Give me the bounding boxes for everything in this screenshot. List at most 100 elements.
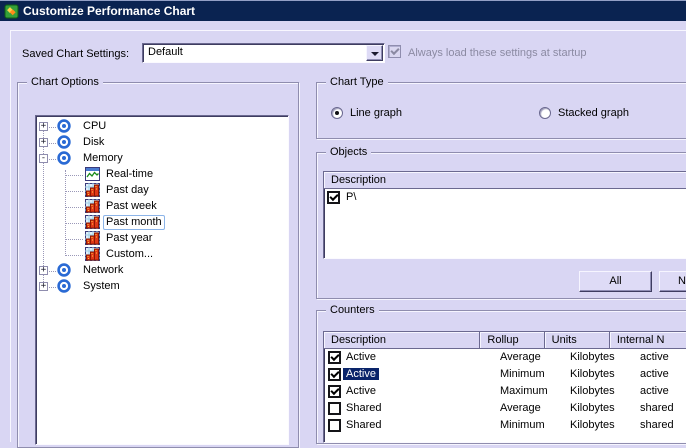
objects-list-body: P\ (324, 189, 686, 206)
tree-connector (49, 143, 56, 144)
objects-column-header[interactable]: Description (324, 172, 686, 189)
line-graph-radio[interactable] (331, 107, 343, 119)
stacked-graph-radio[interactable] (539, 107, 551, 119)
target-icon (57, 135, 71, 149)
column-header-description[interactable]: Description (324, 332, 480, 349)
tree-item-label: Custom... (103, 247, 156, 262)
counters-group-label: Counters (326, 304, 379, 316)
counter-rollup: Minimum (500, 368, 545, 380)
startup-checkbox[interactable] (388, 45, 401, 58)
counters-table[interactable]: Description Rollup Units Internal N Acti… (323, 331, 686, 443)
bar-chart-icon (85, 183, 100, 197)
tree-item-past-day[interactable]: Past day (36, 183, 288, 199)
tree-item-system[interactable]: +System (36, 279, 288, 295)
counter-internal-name: shared (640, 419, 674, 431)
counter-row[interactable]: Shared Average Kilobytes shared (324, 400, 686, 417)
tree-item-label: Memory (80, 151, 126, 166)
expand-toggle-icon[interactable]: - (39, 154, 48, 163)
expand-toggle-icon[interactable]: + (39, 266, 48, 275)
expand-toggle-icon[interactable]: + (39, 122, 48, 131)
counter-units: Kilobytes (570, 368, 615, 380)
chart-options-group-label: Chart Options (27, 76, 103, 88)
tree-item-label: Past year (103, 231, 155, 246)
tree-item-disk[interactable]: + Disk (36, 135, 288, 151)
combobox-value: Default (148, 46, 183, 58)
tree-connector (66, 175, 83, 176)
counter-row[interactable]: Shared Minimum Kilobytes shared (324, 417, 686, 434)
tree-item-label: Real-time (103, 167, 156, 182)
tree-connector (49, 271, 56, 272)
tree-item-network[interactable]: + Network (36, 263, 288, 279)
chart-type-group: Chart Type Line graph Stacked graph (316, 82, 686, 139)
stacked-graph-label: Stacked graph (558, 107, 629, 119)
tree-item-label: CPU (80, 119, 109, 134)
counter-checkbox[interactable] (328, 402, 341, 415)
counter-description: Shared (346, 419, 381, 431)
tree-item-memory[interactable]: - Memory (36, 151, 288, 167)
saved-chart-settings-label: Saved Chart Settings: (22, 48, 129, 60)
counter-description: Active (346, 351, 376, 363)
counter-description: Active (343, 368, 379, 380)
column-header-rollup[interactable]: Rollup (480, 332, 544, 349)
target-icon (57, 151, 71, 165)
tree-connector (66, 255, 83, 256)
tree-item-past-week[interactable]: Past week (36, 199, 288, 215)
counter-row[interactable]: ActiveMaximumKilobytesactive (324, 383, 686, 400)
object-checkbox[interactable] (327, 191, 340, 204)
column-header-internal-name[interactable]: Internal N (610, 332, 686, 349)
expand-toggle-icon[interactable]: + (39, 138, 48, 147)
counter-row[interactable]: ActiveAverageKilobytesactive (324, 349, 686, 366)
tree-connector (66, 239, 83, 240)
counter-rollup: Maximum (500, 385, 548, 397)
counters-table-header: Description Rollup Units Internal N (324, 332, 686, 349)
tree-item-real-time[interactable]: Real-time (36, 167, 288, 183)
tree-item-past-month[interactable]: Past month (36, 215, 288, 231)
line-graph-label: Line graph (350, 107, 402, 119)
objects-list-item[interactable]: P\ (324, 189, 686, 206)
counter-checkbox[interactable] (328, 419, 341, 432)
counter-rollup: Minimum (500, 419, 545, 431)
objects-column-header-label: Description (331, 174, 386, 186)
combobox-dropdown-arrow-icon[interactable] (366, 45, 383, 61)
tree-item-label: Past day (103, 183, 152, 198)
expand-toggle-icon[interactable]: + (39, 282, 48, 291)
target-icon (57, 263, 71, 277)
tree-item-cpu[interactable]: + CPU (36, 119, 288, 135)
tree-item-label: Network (80, 263, 126, 278)
counter-checkbox[interactable] (328, 368, 341, 381)
counter-internal-name: shared (640, 402, 674, 414)
counter-units: Kilobytes (570, 419, 615, 431)
saved-chart-settings-combobox[interactable]: Default (142, 43, 385, 63)
tree-connector (66, 207, 83, 208)
startup-checkbox-label: Always load these settings at startup (408, 47, 587, 59)
chart-options-tree[interactable]: + CPU + Disk - MemoryReal-timePast dayPast we… (35, 115, 289, 445)
bar-chart-icon (85, 247, 100, 261)
objects-group-label: Objects (326, 146, 371, 158)
counter-internal-name: active (640, 351, 669, 363)
counters-group: Counters Description Rollup Units Intern… (316, 310, 686, 444)
line-chart-icon (85, 167, 100, 181)
counter-checkbox[interactable] (328, 351, 341, 364)
tree-item-past-year[interactable]: Past year (36, 231, 288, 247)
counter-description: Shared (346, 402, 381, 414)
tree-item-label: Past week (103, 199, 160, 214)
bar-chart-icon (85, 199, 100, 213)
objects-list[interactable]: Description P\ (323, 171, 686, 259)
none-button-partial[interactable]: N (659, 271, 686, 292)
tree-item-label: Past month (103, 215, 165, 230)
column-header-units[interactable]: Units (545, 332, 610, 349)
counter-units: Kilobytes (570, 402, 615, 414)
title-bar[interactable]: Customize Performance Chart (0, 0, 686, 21)
window-title: Customize Performance Chart (23, 4, 195, 18)
counter-internal-name: active (640, 368, 669, 380)
all-button[interactable]: All (579, 271, 652, 292)
counter-row[interactable]: Active Minimum Kilobytes active (324, 366, 686, 383)
counter-checkbox[interactable] (328, 385, 341, 398)
object-label: P\ (346, 191, 356, 203)
counter-rollup: Average (500, 402, 541, 414)
tree-item-custom[interactable]: Custom... (36, 247, 288, 263)
tree-item-label: Disk (80, 135, 107, 150)
app-icon (4, 4, 19, 19)
counter-rollup: Average (500, 351, 541, 363)
target-icon (57, 279, 71, 293)
